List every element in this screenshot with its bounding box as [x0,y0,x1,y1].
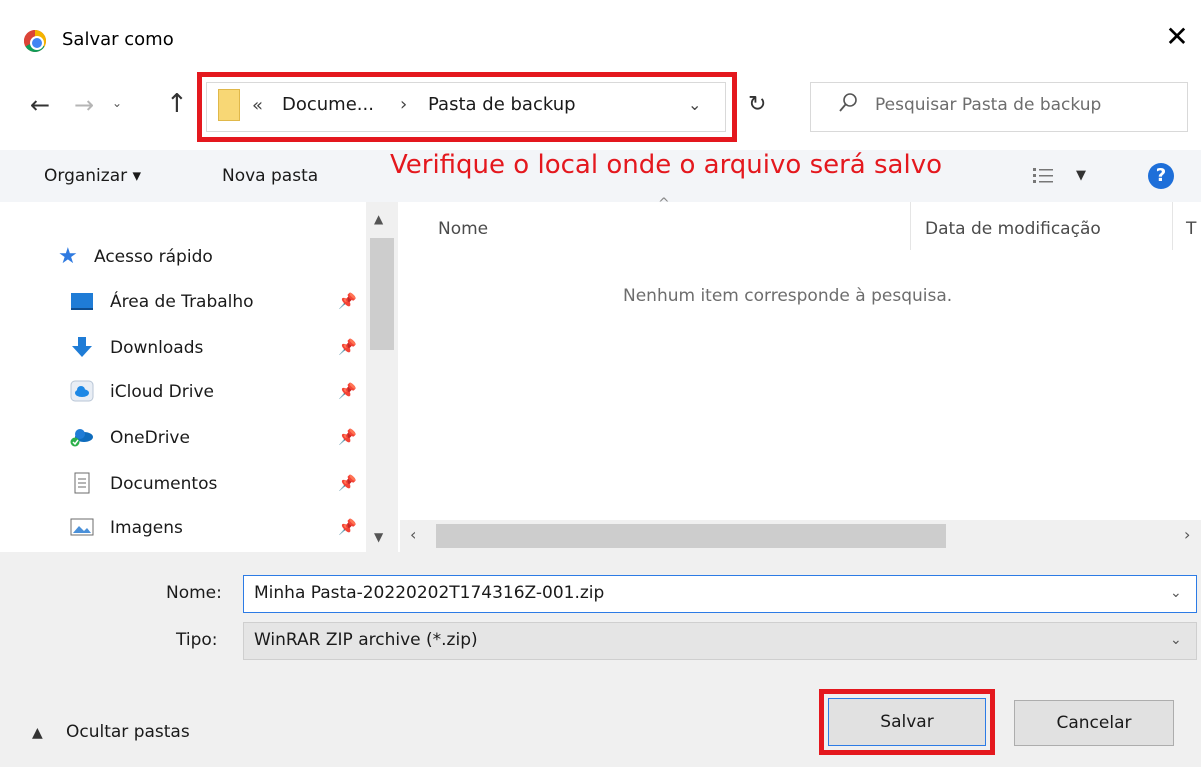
help-icon[interactable]: ? [1148,163,1174,189]
file-type-dropdown-icon[interactable]: ⌄ [1170,632,1182,648]
pin-icon[interactable]: 📌 [338,474,357,492]
scroll-down-icon[interactable]: ▼ [374,530,383,544]
close-button[interactable]: ✕ [1162,22,1192,52]
view-options-icon[interactable] [1032,166,1056,186]
documents-icon [74,472,90,494]
nav-pane-scroll-thumb[interactable] [370,238,394,350]
scroll-right-icon[interactable]: › [1184,525,1190,544]
hide-folders-button[interactable]: Ocultar pastas [66,722,190,742]
desktop-icon [71,293,93,310]
nav-item-label: iCloud Drive [110,382,215,402]
icloud-icon [70,380,94,402]
pin-icon[interactable]: 📌 [338,518,357,536]
column-header-date[interactable]: Data de modificação [925,219,1101,239]
search-icon [839,93,857,112]
file-name-value[interactable]: Minha Pasta-20220202T174316Z-001.zip [254,583,604,603]
file-list-scroll-thumb[interactable] [436,524,946,548]
column-header-type[interactable]: T [1186,219,1196,239]
empty-list-message: Nenhum item corresponde à pesquisa. [623,286,953,306]
sort-indicator-icon: ^ [658,196,670,212]
column-header-name[interactable]: Nome [438,219,488,239]
nav-item-pictures[interactable]: Imagens 📌 [0,506,366,550]
downloads-icon [72,337,92,357]
dialog-title: Salvar como [62,29,174,50]
pin-icon[interactable]: 📌 [338,382,357,400]
nav-item-label: Documentos [110,474,218,494]
file-type-value[interactable]: WinRAR ZIP archive (*.zip) [254,630,478,650]
scroll-up-icon[interactable]: ▲ [374,212,383,226]
scroll-left-icon[interactable]: ‹ [410,525,416,544]
search-placeholder: Pesquisar Pasta de backup [875,95,1102,115]
chevron-up-icon[interactable]: ▲ [32,725,43,741]
refresh-button[interactable]: ↻ [748,92,766,117]
quick-access-star-icon: ★ [58,244,78,269]
pictures-icon [70,518,94,536]
nav-item-quick-access[interactable]: Acesso rápido [94,247,213,267]
pin-icon[interactable]: 📌 [338,428,357,446]
organize-button[interactable]: Organizar ▾ [44,166,141,186]
file-name-dropdown-icon[interactable]: ⌄ [1170,585,1182,601]
file-name-label: Nome: [166,583,222,603]
view-dropdown-icon[interactable]: ▼ [1076,168,1086,183]
title-bar [0,0,1201,78]
forward-button[interactable]: → [74,91,94,119]
nav-item-label: Área de Trabalho [110,292,254,312]
annotation-text: Verifique o local onde o arquivo será sa… [390,150,942,180]
recent-locations-button[interactable]: ⌄ [112,96,122,110]
nav-item-onedrive[interactable]: OneDrive 📌 [0,416,366,460]
cancel-button[interactable]: Cancelar [1014,700,1174,746]
save-highlight-box [819,689,995,755]
column-divider[interactable] [910,202,911,250]
file-type-label: Tipo: [176,630,218,650]
chrome-icon [24,30,46,52]
pin-icon[interactable]: 📌 [338,338,357,356]
new-folder-button[interactable]: Nova pasta [222,166,318,186]
onedrive-icon [70,429,93,447]
column-divider[interactable] [1172,202,1173,250]
up-button[interactable]: ↑ [166,89,188,119]
nav-item-label: Downloads [110,338,204,358]
nav-item-label: Imagens [110,518,183,538]
nav-item-documents[interactable]: Documentos 📌 [0,462,366,506]
back-button[interactable]: ← [30,91,50,119]
nav-item-desktop[interactable]: Área de Trabalho 📌 [0,280,366,324]
pin-icon[interactable]: 📌 [338,292,357,310]
file-list [400,202,1201,552]
nav-item-downloads[interactable]: Downloads 📌 [0,326,366,370]
nav-item-label: OneDrive [110,428,190,448]
address-highlight-box [197,72,737,142]
nav-item-icloud[interactable]: iCloud Drive 📌 [0,370,366,414]
